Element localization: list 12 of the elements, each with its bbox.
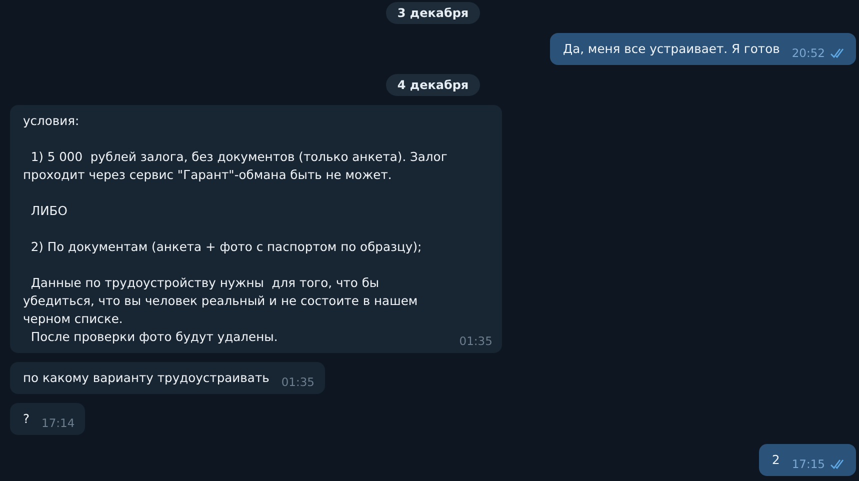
date-divider: 4 декабря: [386, 74, 480, 96]
date-divider: 3 декабря: [386, 2, 480, 24]
message-text: ?: [23, 411, 30, 428]
message-text: условия: 1) 5 000 рублей залога, без документов (только анкета). Залог проходит через сервис "Гарант"-обмана быть не может. ЛИБО 2) По документам (анкета + фото с паспортом по образцу); Данные по трудоустройству нужны для того, что бы убедиться, что вы человек реальный и не состоите в нашем черном списке. После проверки фото будут удалены.: [23, 113, 448, 346]
message-time: 17:15: [792, 457, 825, 471]
message-time: 01:35: [459, 334, 492, 348]
message-time: 20:52: [792, 46, 825, 60]
message-text: по какому варианту трудоустраивать: [23, 370, 270, 387]
message-time: 17:14: [42, 416, 75, 430]
message-text: 2: [772, 452, 780, 469]
message-text: Да, меня все устраивает. Я готов: [562, 41, 780, 58]
message-time: 01:35: [281, 375, 315, 389]
